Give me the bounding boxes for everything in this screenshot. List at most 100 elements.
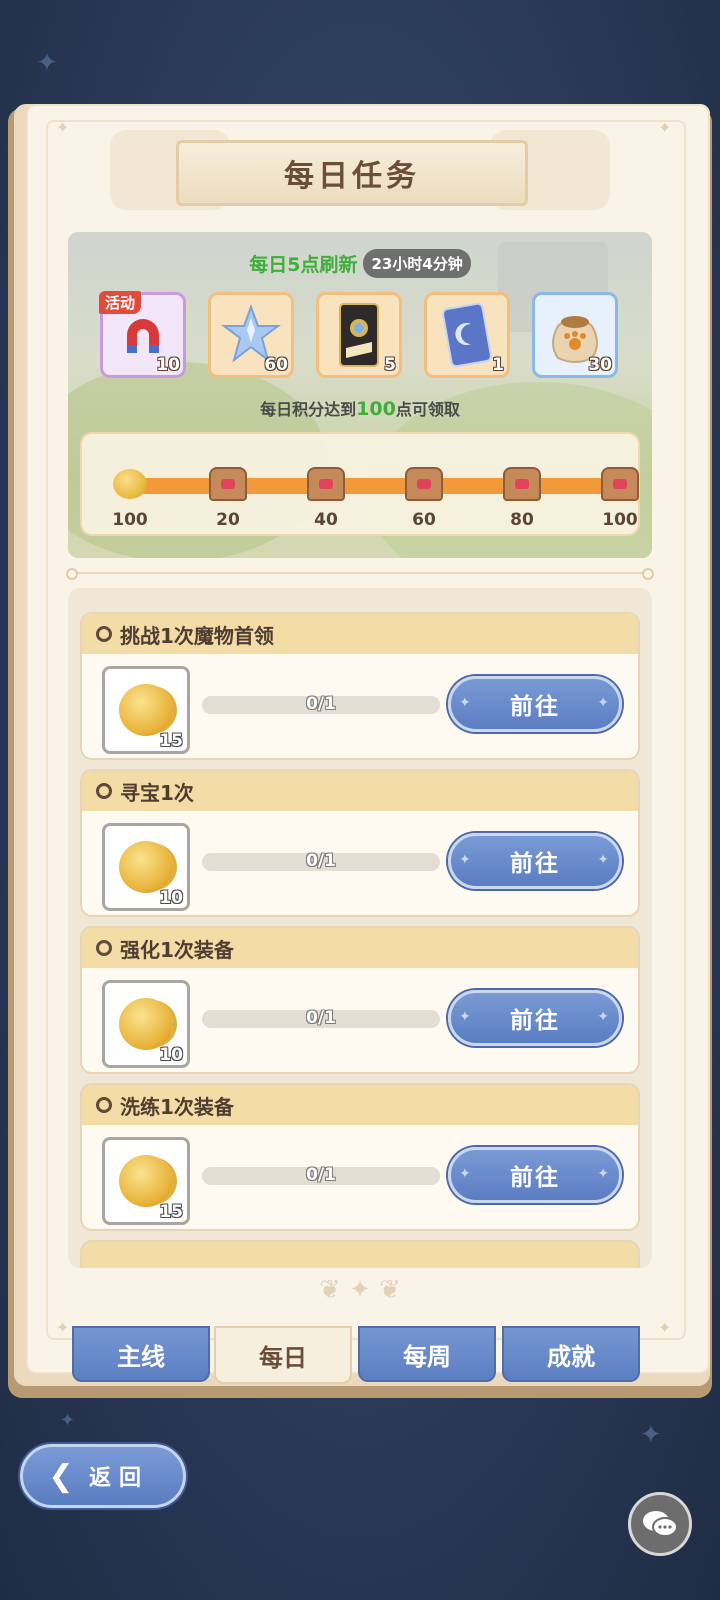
task-reward-count: 15 [159, 1202, 183, 1222]
task-reward[interactable]: 10 [102, 980, 190, 1068]
task-title: 洗练1次装备 [120, 1094, 234, 1119]
task-title: 寻宝1次 [120, 780, 194, 805]
claim-prefix: 每日积分达到 [260, 400, 357, 419]
task-list[interactable]: 挑战1次魔物首领 15 0/1 前往 寻宝1次 10 0/1 前往 强化1次装备 [68, 588, 652, 1268]
chest-icon [601, 467, 639, 501]
reward-panel: 每日5点刷新 23小时4分钟 活动 10 60 5 1 30 每日积分达到100… [68, 232, 652, 558]
milestone-label: 100 [602, 510, 638, 530]
coin-icon [119, 1155, 173, 1207]
task-bullet-icon [96, 1097, 112, 1113]
reward-count: 60 [264, 355, 288, 375]
go-button[interactable]: 前往 [448, 1147, 622, 1203]
claim-suffix: 点可领取 [395, 400, 460, 419]
cat-ornament-icon: ❦ ✦ ❦ [319, 1275, 401, 1305]
reward-item-moon-card[interactable]: 1 [424, 292, 510, 378]
chest-icon [503, 467, 541, 501]
task-header: 寻宝1次 [82, 771, 638, 811]
milestone-chest[interactable] [502, 462, 542, 506]
reward-item-paw-bag[interactable]: 30 [532, 292, 618, 378]
milestone-label: 40 [314, 510, 338, 530]
milestone-label: 60 [412, 510, 436, 530]
task-reward[interactable]: 15 [102, 1137, 190, 1225]
claim-hint: 每日积分达到100点可领取 [68, 396, 652, 420]
coin-icon [119, 998, 173, 1050]
refresh-timer: 23小时4分钟 [363, 248, 471, 278]
task-progress-text: 0/1 [306, 1165, 336, 1185]
task-progress-text: 0/1 [306, 1008, 336, 1028]
task-title: 挑战1次魔物首领 [120, 623, 274, 648]
reward-count: 1 [492, 355, 504, 375]
task-title: 强化1次装备 [120, 937, 234, 962]
milestone-chest[interactable] [600, 462, 640, 506]
chat-bubble-icon [643, 1511, 678, 1537]
back-arrow-icon: ❮ [48, 1458, 74, 1494]
task-card: 强化1次装备 10 0/1 前往 [80, 926, 640, 1074]
tab-achievements[interactable]: 成就 [502, 1326, 640, 1382]
event-tag: 活动 [99, 291, 142, 314]
task-reward-count: 15 [159, 731, 183, 751]
chat-button[interactable] [628, 1492, 692, 1556]
task-reward-count: 10 [159, 888, 183, 908]
coin-icon [119, 684, 173, 736]
back-label: 返回 [89, 1466, 150, 1491]
task-progress-bar: 0/1 [202, 1165, 440, 1185]
task-bullet-icon [96, 626, 112, 642]
milestone-chest[interactable] [404, 462, 444, 506]
refresh-text: 每日5点刷新 [249, 253, 358, 276]
task-reward[interactable]: 15 [102, 666, 190, 754]
milestone-chest[interactable] [208, 462, 248, 506]
milestone-chest[interactable] [306, 462, 346, 506]
chest-icon [307, 467, 345, 501]
task-reward[interactable]: 10 [102, 823, 190, 911]
task-progress-text: 0/1 [306, 851, 336, 871]
task-card-partial [80, 1240, 640, 1268]
chest-icon [405, 467, 443, 501]
reward-item-ticket[interactable]: 5 [316, 292, 402, 378]
corner-ornament-icon: ✦ [658, 118, 672, 137]
moon-card-icon [442, 302, 492, 368]
task-progress-bar: 0/1 [202, 851, 440, 871]
reward-item-magnet[interactable]: 活动 10 [99, 291, 186, 378]
corner-ornament-icon: ✦ [56, 118, 70, 137]
task-progress-text: 0/1 [306, 694, 336, 714]
milestone-coin[interactable] [110, 462, 150, 506]
go-button[interactable]: 前往 [448, 676, 622, 732]
reward-count: 5 [384, 355, 396, 375]
task-bullet-icon [96, 783, 112, 799]
reward-item-crystal[interactable]: 60 [208, 292, 294, 378]
task-header: 洗练1次装备 [82, 1085, 638, 1125]
coin-icon [113, 469, 147, 499]
claim-value: 100 [356, 398, 396, 420]
go-button[interactable]: 前往 [448, 990, 622, 1046]
task-card: 寻宝1次 10 0/1 前往 [80, 769, 640, 917]
corner-ornament-icon: ✦ [658, 1318, 672, 1337]
go-button[interactable]: 前往 [448, 833, 622, 889]
milestone-label: 80 [510, 510, 534, 530]
task-progress-bar: 0/1 [202, 1008, 440, 1028]
reward-count: 10 [156, 355, 180, 375]
task-bullet-icon [96, 940, 112, 956]
sparkle-icon: ✦ [60, 1410, 76, 1431]
tab-main[interactable]: 主线 [72, 1326, 210, 1382]
title-banner: 每日任务 [176, 140, 528, 206]
chest-icon [209, 467, 247, 501]
sparkle-icon: ✦ [640, 1420, 662, 1450]
refresh-row: 每日5点刷新 23小时4分钟 [68, 246, 652, 280]
corner-ornament-icon: ✦ [56, 1318, 70, 1337]
back-button[interactable]: ❮ 返回 [20, 1444, 186, 1508]
tab-daily[interactable]: 每日 [214, 1326, 352, 1384]
milestone-label: 20 [216, 510, 240, 530]
task-progress-bar: 0/1 [202, 694, 440, 714]
task-reward-count: 10 [159, 1045, 183, 1065]
reward-count: 30 [588, 355, 612, 375]
task-header: 挑战1次魔物首领 [82, 614, 638, 654]
page-title: 每日任务 [284, 159, 420, 194]
milestone-label: 100 [112, 510, 148, 530]
section-divider [66, 568, 654, 580]
coin-icon [119, 841, 173, 893]
task-card: 洗练1次装备 15 0/1 前往 [80, 1083, 640, 1231]
milestone-progress-bar [122, 478, 622, 494]
task-header: 强化1次装备 [82, 928, 638, 968]
tab-weekly[interactable]: 每周 [358, 1326, 496, 1382]
milestone-track: 100 20 40 60 80 100 [80, 432, 640, 536]
